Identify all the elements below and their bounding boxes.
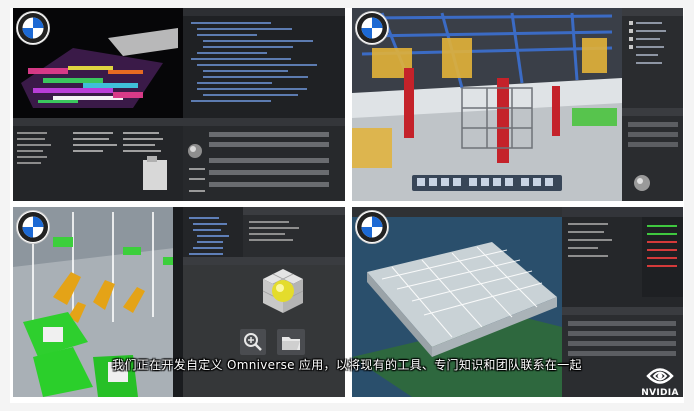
panel-factory-interior: [352, 8, 683, 201]
factory-pointcloud-view: [13, 8, 345, 201]
factory-interior-view: [352, 8, 683, 201]
panel-factory-pointcloud: [13, 8, 345, 201]
folder-icon[interactable]: [277, 329, 305, 355]
bmw-logo-icon: [356, 12, 388, 44]
nvidia-eye-icon: [646, 368, 674, 384]
nvidia-wordmark: NVIDIA: [641, 388, 679, 398]
bmw-logo-icon: [356, 211, 388, 243]
nvidia-logo: NVIDIA: [640, 364, 680, 400]
bmw-logo-icon: [17, 211, 49, 243]
bmw-logo-icon: [17, 12, 49, 44]
video-subtitle: 我们正在开发自定义 Omniverse 应用，以将现有的工具、专门知识和团队联系…: [112, 358, 582, 372]
zoom-in-icon[interactable]: [240, 329, 266, 355]
